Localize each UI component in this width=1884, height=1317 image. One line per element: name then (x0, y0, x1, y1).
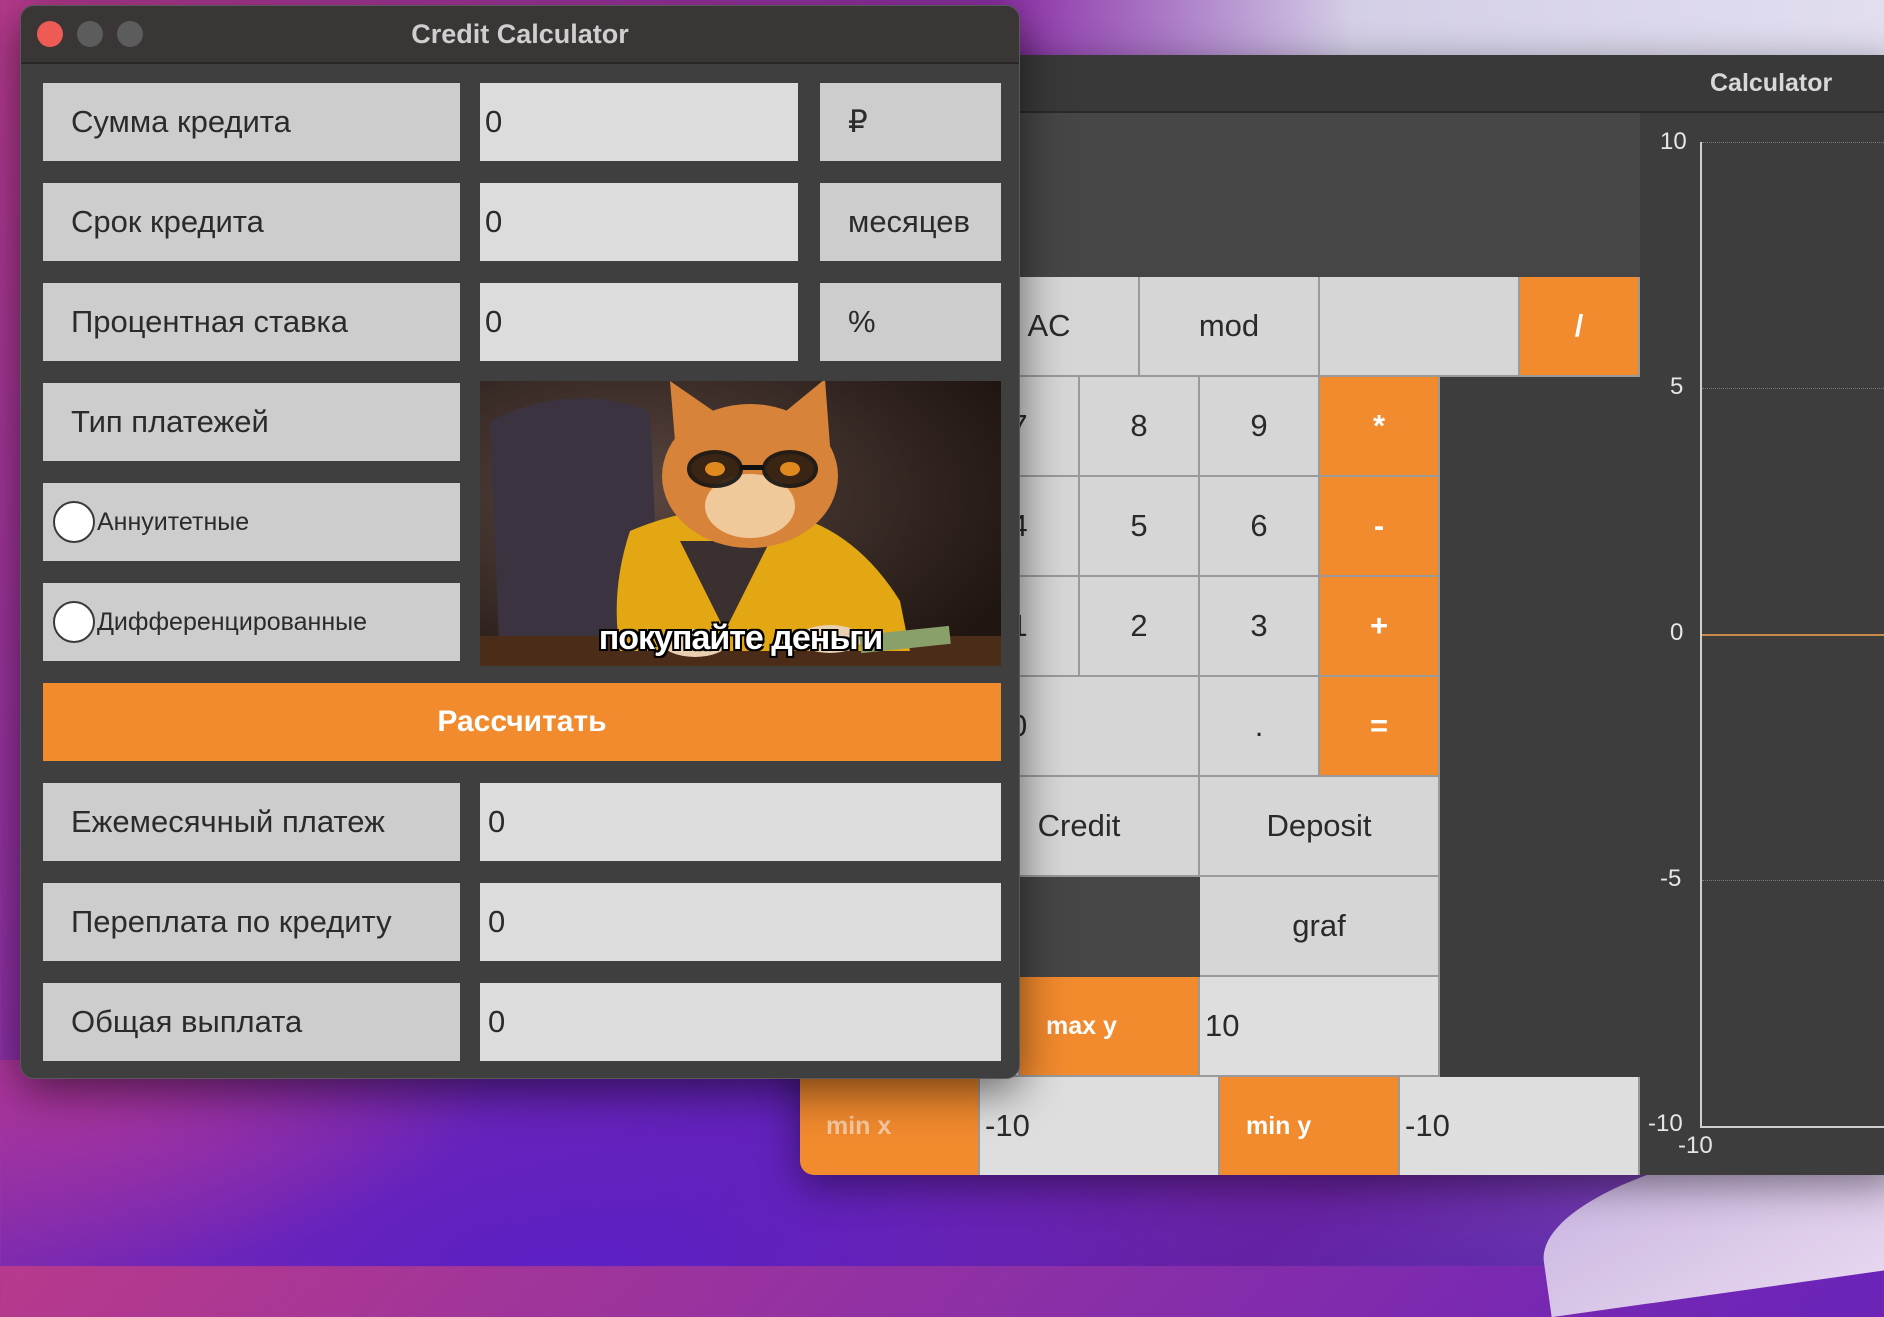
gridline (1702, 880, 1884, 881)
key-multiply[interactable]: * (1320, 377, 1440, 477)
deposit-button[interactable]: Deposit (1200, 777, 1440, 877)
key-5[interactable]: 5 (1080, 477, 1200, 577)
key-dot[interactable]: . (1200, 677, 1320, 777)
key-6[interactable]: 6 (1200, 477, 1320, 577)
annuity-radio-label: Аннуитетные (97, 507, 250, 536)
min-y-label: min y (1220, 1077, 1400, 1175)
max-y-label: max y (1020, 977, 1200, 1077)
total-payment-value: 0 (480, 983, 1001, 1061)
key-plus[interactable]: + (1320, 577, 1440, 677)
monthly-payment-value: 0 (480, 783, 1001, 861)
loan-term-label: Срок кредита (43, 183, 460, 261)
meme-caption: покупайте деньги (598, 619, 884, 657)
credit-window-title: Credit Calculator (411, 19, 629, 49)
gridline (1702, 388, 1884, 389)
interest-rate-input[interactable]: 0 (480, 283, 798, 361)
loan-term-input[interactable]: 0 (480, 183, 798, 261)
min-x-label: min x (800, 1077, 980, 1175)
graph-plot (1700, 142, 1884, 1128)
gridline (1702, 142, 1884, 143)
loan-amount-label: Сумма кредита (43, 83, 460, 161)
x-tick-minus-10: -10 (1678, 1132, 1713, 1159)
calculate-button[interactable]: Рассчитать (43, 683, 1001, 761)
min-y-field[interactable]: -10 (1400, 1077, 1640, 1175)
graf-button[interactable]: graf (1200, 877, 1440, 977)
key-8[interactable]: 8 (1080, 377, 1200, 477)
min-x-field[interactable]: -10 (980, 1077, 1220, 1175)
key-divide[interactable]: / (1520, 277, 1640, 377)
wallpaper-glow (0, 1060, 500, 1280)
payment-type-label: Тип платежей (43, 383, 460, 461)
cat-meme-image: покупайте деньги (480, 381, 1001, 666)
annuity-radio[interactable] (53, 501, 95, 543)
overpayment-label: Переплата по кредиту (43, 883, 460, 961)
key-3[interactable]: 3 (1200, 577, 1320, 677)
credit-titlebar[interactable]: Credit Calculator (21, 6, 1019, 64)
monthly-payment-label: Ежемесячный платеж (43, 783, 460, 861)
function-line (1702, 634, 1884, 636)
key-minus[interactable]: - (1320, 477, 1440, 577)
y-tick-minus-5: -5 (1660, 865, 1682, 892)
key-2[interactable]: 2 (1080, 577, 1200, 677)
calculator-title: Calculator (1710, 69, 1833, 97)
key-blank (1320, 277, 1520, 377)
max-y-field[interactable]: 10 (1200, 977, 1440, 1077)
loan-term-unit: месяцев (820, 183, 1001, 261)
interest-rate-unit: % (820, 283, 1001, 361)
differentiated-radio[interactable] (53, 601, 95, 643)
key-mod[interactable]: mod (1140, 277, 1320, 377)
key-equals[interactable]: = (1320, 677, 1440, 777)
loan-amount-unit: ₽ (820, 83, 1001, 161)
differentiated-radio-label: Дифференцированные (97, 607, 368, 636)
differentiated-radio-option[interactable]: Дифференцированные (43, 583, 460, 661)
y-tick-10: 10 (1660, 128, 1687, 155)
annuity-radio-option[interactable]: Аннуитетные (43, 483, 460, 561)
total-payment-label: Общая выплата (43, 983, 460, 1061)
credit-calculator-window: Credit Calculator Сумма кредита 0 ₽ Срок… (20, 5, 1020, 1079)
y-tick-0: 0 (1670, 619, 1684, 646)
key-9[interactable]: 9 (1200, 377, 1320, 477)
loan-amount-input[interactable]: 0 (480, 83, 798, 161)
overpayment-value: 0 (480, 883, 1001, 961)
interest-rate-label: Процентная ставка (43, 283, 460, 361)
y-tick-5: 5 (1670, 373, 1684, 400)
